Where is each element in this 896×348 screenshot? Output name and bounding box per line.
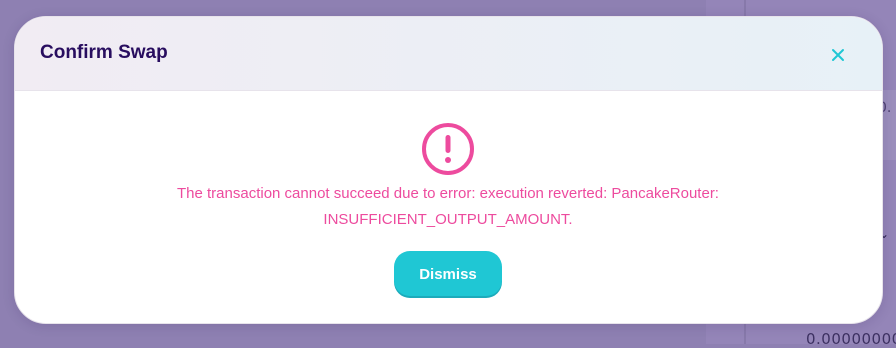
close-icon bbox=[832, 49, 844, 61]
modal-body: The transaction cannot succeed due to er… bbox=[15, 91, 882, 323]
modal-title: Confirm Swap bbox=[40, 42, 168, 63]
modal-header: Confirm Swap bbox=[15, 17, 882, 91]
confirm-swap-modal: Confirm Swap The transaction cannot succ… bbox=[14, 16, 883, 324]
error-message: The transaction cannot succeed due to er… bbox=[177, 185, 719, 228]
error-circle-icon bbox=[422, 123, 474, 175]
close-button[interactable] bbox=[822, 39, 854, 71]
dismiss-button[interactable]: Dismiss bbox=[394, 251, 502, 298]
background-amount-text: 0.00000000 bbox=[806, 330, 896, 348]
